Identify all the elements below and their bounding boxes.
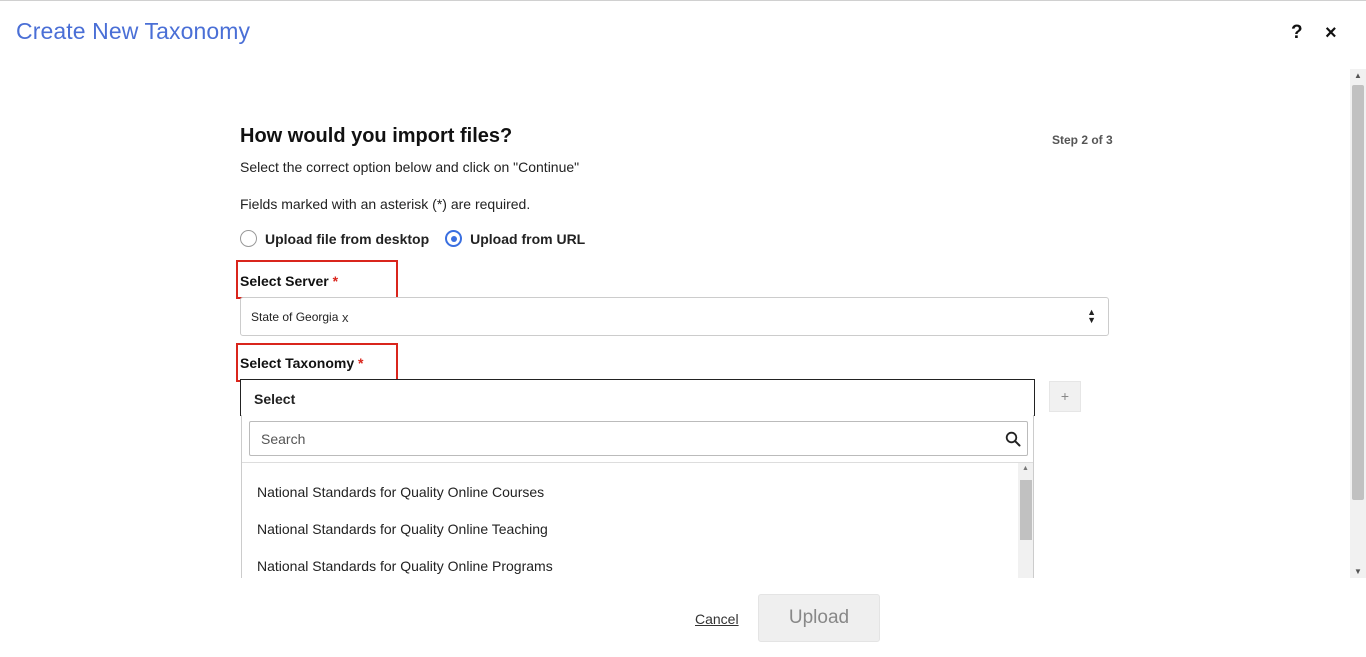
taxonomy-option[interactable]: National Standards for Quality Online Co… — [257, 484, 544, 500]
instructions-text: Select the correct option below and clic… — [240, 159, 580, 175]
dropdown-scrollbar[interactable]: ▲ — [1018, 463, 1033, 578]
page-scrollbar[interactable]: ▲ ▼ — [1350, 69, 1366, 578]
server-select[interactable]: State of Georgia x ▲ ▼ — [240, 297, 1109, 336]
dropdown-scroll-up-icon[interactable]: ▲ — [1022, 465, 1029, 472]
upload-button[interactable]: Upload — [758, 594, 880, 642]
radio-upload-url-label: Upload from URL — [470, 230, 586, 247]
taxonomy-select[interactable]: Select — [240, 379, 1035, 416]
required-fields-note: Fields marked with an asterisk (*) are r… — [240, 196, 531, 212]
help-button[interactable]: ? — [1291, 22, 1303, 44]
dropdown-scrollbar-thumb[interactable] — [1020, 480, 1032, 540]
top-border — [0, 0, 1366, 1]
select-server-label: Select Server * — [240, 273, 339, 289]
radio-button-unchecked[interactable] — [240, 230, 257, 247]
selected-server-tag: State of Georgia — [251, 310, 339, 324]
taxonomy-select-value: Select — [254, 391, 296, 407]
taxonomy-dropdown: National Standards for Quality Online Co… — [241, 415, 1034, 578]
taxonomy-option[interactable]: National Standards for Quality Online Te… — [257, 521, 548, 537]
radio-upload-desktop[interactable]: Upload file from desktop — [240, 230, 429, 247]
scrollbar-thumb[interactable] — [1352, 85, 1364, 500]
remove-server-tag-icon[interactable]: x — [342, 310, 349, 325]
taxonomy-option[interactable]: National Standards for Quality Online Pr… — [257, 558, 553, 574]
import-method-radio-group: Upload file from desktop Upload from URL — [240, 230, 601, 247]
radio-button-checked[interactable] — [445, 230, 463, 247]
radio-upload-desktop-label: Upload file from desktop — [265, 230, 430, 247]
select-updown-icon: ▲ ▼ — [1087, 307, 1096, 325]
scroll-down-arrow-icon[interactable]: ▼ — [1354, 567, 1362, 576]
taxonomy-search-input[interactable] — [261, 431, 981, 447]
search-icon[interactable] — [1005, 431, 1021, 447]
required-asterisk: * — [358, 355, 364, 371]
select-taxonomy-label: Select Taxonomy * — [240, 355, 364, 371]
form-heading: How would you import files? — [240, 125, 513, 147]
add-taxonomy-button[interactable]: + — [1049, 381, 1081, 412]
dialog-title: Create New Taxonomy — [16, 18, 251, 44]
taxonomy-search-box — [249, 421, 1028, 456]
radio-upload-url[interactable]: Upload from URL — [445, 230, 585, 247]
close-button[interactable]: × — [1325, 22, 1337, 45]
scroll-up-arrow-icon[interactable]: ▲ — [1354, 71, 1362, 80]
taxonomy-options-list: National Standards for Quality Online Co… — [242, 463, 1018, 578]
required-asterisk: * — [332, 273, 339, 289]
step-indicator: Step 2 of 3 — [1052, 133, 1113, 147]
cancel-link[interactable]: Cancel — [695, 611, 739, 627]
